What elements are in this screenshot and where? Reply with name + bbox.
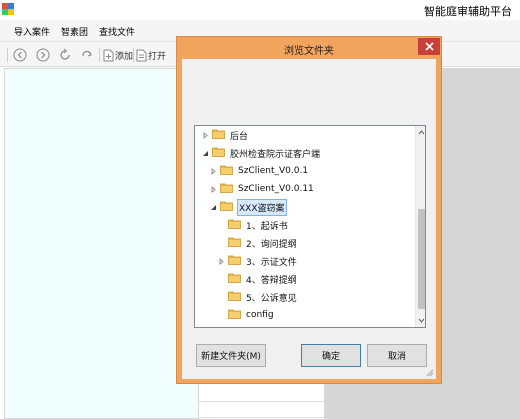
expand-arrow-icon[interactable] [209,167,218,176]
forward-button[interactable] [36,47,50,63]
dialog-title: 浏览文件夹 [284,46,334,57]
folder-icon [228,272,245,286]
tree-item-label: SzClient_V0.0.1 [238,166,309,176]
redo-icon [82,50,92,57]
open-label: 打开 [148,51,167,62]
app-title: 智能庭审辅助平台 [424,5,512,18]
tree-item[interactable]: 3、示证文件 [217,252,298,270]
tree-item-label: 胶州检查院示证客户端 [230,149,321,160]
tree-item-label: SzClient_V0.0.11 [238,184,314,194]
scroll-up-icon[interactable] [418,129,425,136]
dialog-title-bar[interactable]: 浏览文件夹 [177,37,441,59]
tree-item[interactable]: 5、公诉意见 [217,288,298,306]
scroll-thumb[interactable] [418,209,425,309]
refresh-button[interactable] [58,47,72,63]
tree-item-label: 3、示证文件 [246,257,297,268]
folder-icon [228,254,245,268]
folder-icon [220,200,237,214]
tree-item[interactable]: SzClient_V0.0.11 [209,180,315,198]
open-file-icon [136,49,147,61]
menu-smart-group[interactable]: 智素团 [61,25,88,38]
ok-button[interactable]: 确定 [301,344,361,367]
folder-icon [212,146,229,160]
tree-scrollbar[interactable] [415,126,425,327]
add-file-icon [103,49,114,61]
tree-item-label: 后台 [230,131,249,142]
title-bar: 智能庭审辅助平台 [0,0,520,20]
close-icon [424,42,434,51]
tree-item-label: 1、起诉书 [246,221,288,232]
tree-item[interactable]: SzClient_V0.0.1 [209,162,309,180]
toolbar-separator [99,48,100,62]
folder-icon [220,164,237,178]
add-button[interactable]: 添加 [103,47,133,63]
grid-line [199,417,324,418]
resize-grip-icon[interactable] [426,369,434,377]
forward-icon [36,48,50,62]
collapse-arrow-icon[interactable] [201,149,210,158]
tree-item[interactable]: 后台 [201,126,249,144]
tree-item[interactable]: 2、询问提纲 [217,234,298,252]
folder-icon [228,218,245,232]
back-button[interactable] [13,47,27,63]
folder-tree[interactable]: 后台胶州检查院示证客户端 SzClient_V0.0.1 SzClient_V0.0… [194,125,426,328]
tree-item[interactable]: XXX盗窃案 [209,198,287,216]
tree-item-label: config [246,310,274,320]
app-icon [2,3,14,15]
back-icon [13,48,27,62]
add-label: 添加 [115,51,134,62]
grid-line [199,401,324,402]
new-folder-button[interactable]: 新建文件夹(M) [196,344,266,367]
menu-find-file[interactable]: 查找文件 [99,25,135,38]
folder-icon [228,236,245,250]
expand-arrow-icon[interactable] [201,131,210,140]
tree-item[interactable]: 胶州检查院示证客户端 [201,144,321,162]
browse-folder-dialog: 浏览文件夹 后台胶州检查院示证客户端 SzClient_V0.0.1 SzClien… [176,36,442,384]
tree-item[interactable]: config [217,306,275,324]
expand-arrow-icon[interactable] [217,257,226,266]
tree-item-label: XXX盗窃案 [237,198,287,216]
folder-icon [220,182,237,196]
dialog-close-button[interactable] [418,38,440,55]
tree-item-label: 5、公诉意见 [246,293,297,304]
folder-icon [228,290,245,304]
tree-item-label: 2、询问提纲 [246,239,297,250]
folder-icon [228,308,245,322]
toolbar-separator [7,48,8,62]
collapse-arrow-icon[interactable] [209,203,218,212]
case-tree-panel[interactable] [4,68,199,419]
tree-item-label: 4、答辩提纲 [246,275,297,286]
redo-button[interactable] [80,47,94,63]
toolbar-separator [133,48,134,62]
expand-arrow-icon[interactable] [209,185,218,194]
open-button[interactable]: 打开 [136,47,166,63]
tree-item[interactable]: 4、答辩提纲 [217,270,298,288]
menu-import-case[interactable]: 导入案件 [14,25,50,38]
folder-icon [212,128,229,142]
dialog-body: 后台胶州检查院示证客户端 SzClient_V0.0.1 SzClient_V0.0… [182,59,436,379]
refresh-icon [60,48,70,60]
cancel-button[interactable]: 取消 [367,344,427,367]
scroll-down-icon[interactable] [418,317,425,324]
tree-item[interactable]: 1、起诉书 [217,216,289,234]
